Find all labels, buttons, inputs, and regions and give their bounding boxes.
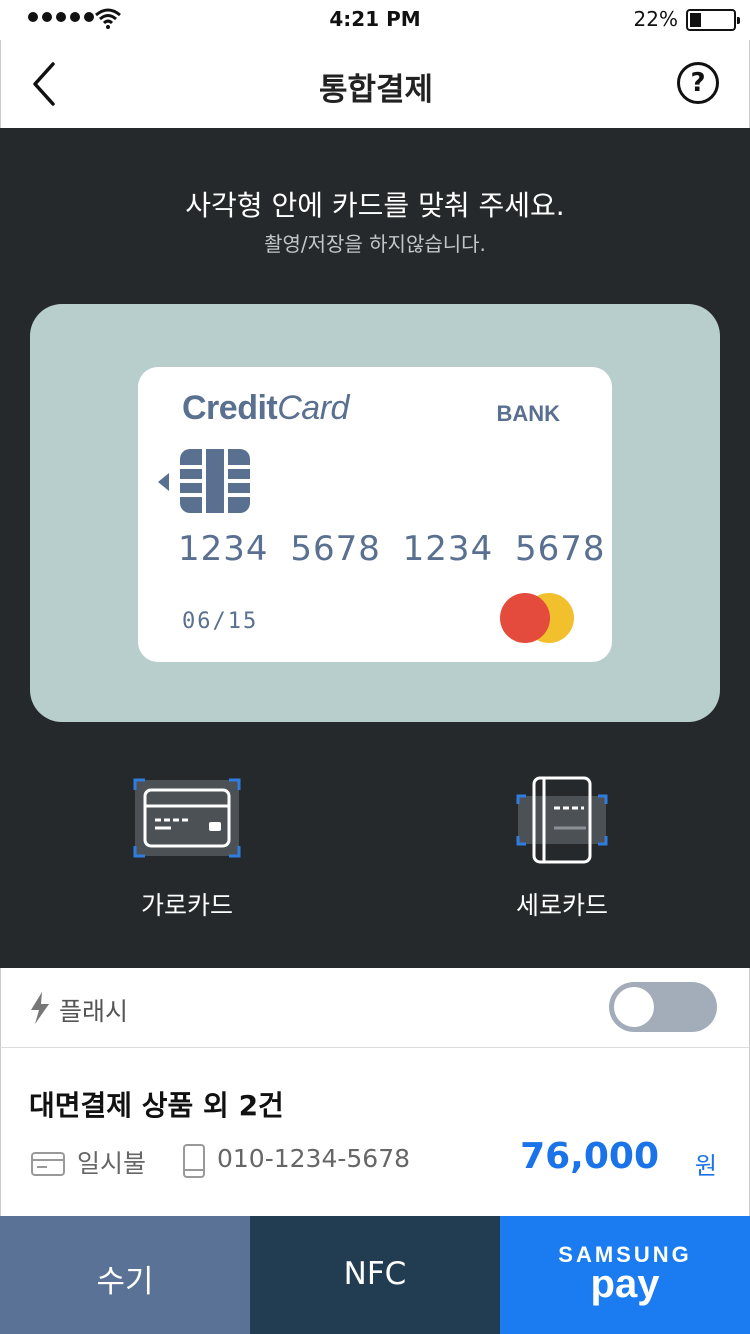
- samsung-pay-button[interactable]: SAMSUNG pay: [500, 1216, 750, 1334]
- horizontal-card-icon: [133, 778, 241, 858]
- currency-unit: 원: [694, 1152, 717, 1180]
- horizontal-card-label: 가로카드: [140, 891, 233, 920]
- toggle-knob: [614, 987, 654, 1027]
- credit-card-illustration: CreditCard BANK 1234 5678 1234 5678 06/1…: [138, 367, 612, 662]
- help-button[interactable]: ?: [677, 62, 719, 104]
- page-title: 통합결제: [318, 72, 434, 108]
- order-title: 대면결제 상품 외 2건: [29, 1089, 284, 1122]
- phone-number: 010-1234-5678: [217, 1144, 411, 1173]
- manual-entry-label: 수기: [96, 1264, 154, 1300]
- guide-subtitle: 촬영/저장을 하지않습니다.: [264, 232, 486, 256]
- payment-amount: 76,000: [520, 1136, 659, 1177]
- card-scanner: 사각형 안에 카드를 맞춰 주세요. 촬영/저장을 하지않습니다. Credit…: [0, 128, 750, 968]
- status-bar: 4:21 PM 22%: [0, 0, 750, 40]
- card-bank-name: BANK: [496, 401, 560, 426]
- order-summary: 대면결제 상품 외 2건 일시불 010-1234-5678 76,000 원: [0, 1048, 750, 1216]
- card-expiry: 06/15: [182, 609, 259, 634]
- flash-icon: [31, 992, 49, 1024]
- battery-icon: [686, 9, 740, 31]
- guide-title: 사각형 안에 카드를 맞춰 주세요.: [185, 189, 565, 222]
- card-number: 1234 5678 1234 5678: [178, 529, 606, 569]
- phone-icon: [183, 1144, 205, 1178]
- vertical-card-option[interactable]: 세로카드: [462, 776, 662, 926]
- scan-frame: CreditCard BANK 1234 5678 1234 5678 06/1…: [30, 304, 720, 722]
- card-icon: [31, 1152, 65, 1176]
- flash-row: 플래시: [0, 968, 750, 1048]
- horizontal-card-option[interactable]: 가로카드: [87, 776, 287, 926]
- nfc-label: NFC: [343, 1256, 407, 1292]
- card-arrow-icon: [158, 473, 169, 491]
- installment-label: 일시불: [77, 1149, 147, 1178]
- flash-toggle[interactable]: [609, 982, 717, 1032]
- vertical-card-label: 세로카드: [515, 891, 608, 920]
- payment-method-bar: 수기 NFC SAMSUNG pay: [0, 1216, 750, 1334]
- card-network-logo: [500, 591, 578, 645]
- flash-label: 플래시: [59, 997, 129, 1026]
- samsung-pay-logo-bottom: pay: [590, 1262, 660, 1306]
- manual-entry-button[interactable]: 수기: [0, 1216, 250, 1334]
- vertical-card-icon: [516, 776, 608, 864]
- card-brand: CreditCard: [182, 389, 349, 427]
- card-chip-icon: [180, 449, 250, 513]
- battery-percent: 22%: [633, 7, 678, 31]
- nfc-button[interactable]: NFC: [250, 1216, 500, 1334]
- app-header: 통합결제 ?: [0, 40, 750, 128]
